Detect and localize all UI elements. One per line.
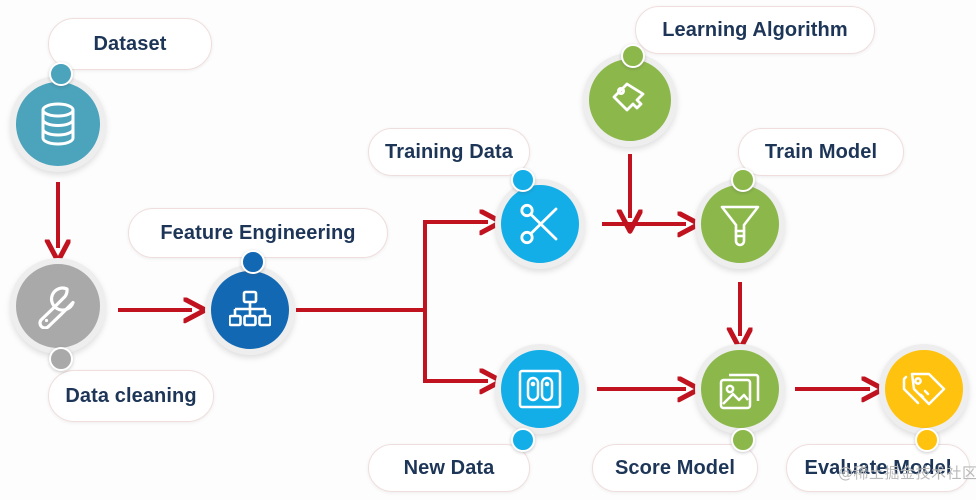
ml-workflow-diagram: Dataset Data cleaning Feature Engineerin… (0, 0, 976, 500)
node-feature-engineering[interactable] (205, 265, 295, 355)
label-training-data-text: Training Data (385, 140, 513, 163)
node-data-cleaning[interactable] (10, 258, 106, 354)
watermark: @稀土掘金技术社区 (838, 464, 976, 482)
label-score-model-text: Score Model (614, 456, 736, 479)
label-data-cleaning-text: Data cleaning (65, 384, 197, 407)
label-learning-algorithm[interactable]: Learning Algorithm (635, 6, 875, 54)
label-dataset-text: Dataset (93, 32, 167, 55)
dot-score-model (731, 428, 755, 452)
label-learning-algorithm-text: Learning Algorithm (662, 18, 848, 41)
wrench-icon (35, 283, 81, 329)
label-feature-engineering-text: Feature Engineering (160, 221, 356, 244)
label-new-data[interactable]: New Data (368, 444, 530, 492)
node-new-data[interactable] (495, 344, 585, 434)
node-evaluate-model[interactable] (879, 344, 969, 434)
label-score-model[interactable]: Score Model (592, 444, 758, 492)
node-score-model[interactable] (695, 344, 785, 434)
database-icon (37, 101, 79, 147)
dot-feature-engineering (241, 250, 265, 274)
label-new-data-text: New Data (403, 456, 495, 479)
images-icon (718, 367, 762, 411)
label-training-data[interactable]: Training Data (368, 128, 530, 176)
scissors-icon (518, 202, 562, 246)
dot-train-model (731, 168, 755, 192)
node-train-model[interactable] (695, 179, 785, 269)
dot-new-data (511, 428, 535, 452)
label-dataset[interactable]: Dataset (48, 18, 212, 70)
label-train-model-text: Train Model (764, 140, 878, 163)
panels-icon (518, 369, 562, 409)
dot-learning-algorithm (621, 44, 645, 68)
dot-dataset (49, 62, 73, 86)
label-data-cleaning[interactable]: Data cleaning (48, 370, 214, 422)
node-dataset[interactable] (10, 76, 106, 172)
key-icon (608, 78, 652, 122)
node-training-data[interactable] (495, 179, 585, 269)
funnel-icon (719, 201, 761, 247)
label-train-model[interactable]: Train Model (738, 128, 904, 176)
dot-data-cleaning (49, 347, 73, 371)
dot-training-data (511, 168, 535, 192)
dot-evaluate-model (915, 428, 939, 452)
hierarchy-icon (229, 290, 271, 330)
tag-icon (901, 367, 947, 411)
